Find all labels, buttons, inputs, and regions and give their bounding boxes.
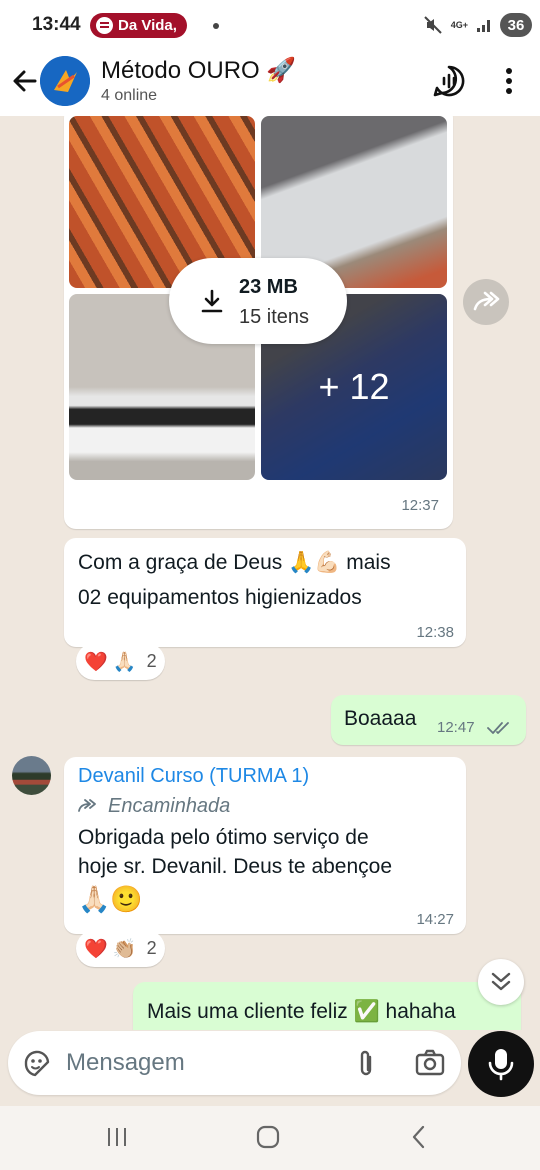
message-text: Boaaaa bbox=[344, 707, 417, 730]
network-type: 4G+ bbox=[450, 19, 468, 30]
notification-dot bbox=[213, 23, 219, 29]
message-emojis: 🙏🏻🙂 bbox=[78, 884, 143, 914]
status-bar: 13:44 Da Vida, 4G+ 36 bbox=[0, 0, 540, 50]
chat-header: Método OURO 🚀 4 online bbox=[0, 50, 540, 116]
home-icon[interactable] bbox=[253, 1122, 283, 1152]
forward-button[interactable] bbox=[463, 279, 509, 325]
scroll-to-bottom-button[interactable] bbox=[478, 959, 524, 1005]
status-time: 13:44 bbox=[32, 14, 81, 35]
forwarded-icon bbox=[78, 799, 96, 812]
message-input-bar bbox=[8, 1031, 461, 1095]
reaction-count: 2 bbox=[146, 938, 157, 958]
battery-indicator: 36 bbox=[500, 13, 532, 37]
download-icon bbox=[201, 289, 223, 313]
read-receipt-icon bbox=[487, 722, 509, 734]
recent-apps-icon[interactable] bbox=[102, 1122, 132, 1152]
reaction-emojis: ❤️ 🙏🏻 bbox=[84, 651, 137, 673]
forwarded-label: Encaminhada bbox=[108, 795, 231, 817]
camera-icon[interactable] bbox=[414, 1048, 446, 1078]
message-time: 14:27 bbox=[416, 911, 454, 928]
message-time: 12:47 bbox=[437, 719, 475, 736]
message-time: 12:38 bbox=[416, 624, 454, 641]
online-count: 4 online bbox=[101, 87, 158, 104]
message-text: 02 equipamentos higienizados bbox=[78, 586, 362, 609]
double-chevron-down-icon bbox=[491, 972, 511, 991]
download-button[interactable]: 23 MB 15 itens bbox=[169, 258, 347, 344]
sticker-icon[interactable] bbox=[22, 1049, 52, 1079]
incoming-message[interactable]: Devanil Curso (TURMA 1) Encaminhada Obri… bbox=[64, 757, 466, 934]
forward-icon bbox=[473, 291, 500, 311]
incoming-message[interactable]: Com a graça de Deus 🙏💪🏻 mais 02 equipame… bbox=[64, 538, 466, 647]
message-text: hoje sr. Devanil. Deus te abençoe bbox=[78, 855, 393, 878]
back-arrow-icon[interactable] bbox=[10, 66, 40, 96]
reaction-count: 2 bbox=[146, 651, 157, 671]
sender-name[interactable]: Devanil Curso (TURMA 1) bbox=[78, 765, 309, 788]
message-text: Obrigada pelo ótimo serviço de bbox=[78, 826, 369, 849]
download-count: 15 itens bbox=[239, 306, 310, 328]
message-time: 12:37 bbox=[401, 497, 439, 514]
spotify-label: Da Vida, bbox=[118, 17, 177, 34]
signal-icon bbox=[477, 20, 490, 32]
group-title[interactable]: Método OURO 🚀 bbox=[101, 56, 296, 85]
group-logo-icon bbox=[40, 56, 90, 106]
message-text: Mais uma cliente feliz ✅ hahaha bbox=[147, 1000, 456, 1023]
voice-message-button[interactable] bbox=[468, 1031, 534, 1097]
status-icons: 4G+ 36 bbox=[423, 13, 532, 37]
group-avatar[interactable] bbox=[40, 56, 90, 106]
outgoing-message[interactable]: Boaaaa 12:47 bbox=[331, 695, 526, 745]
download-size: 23 MB bbox=[239, 276, 298, 298]
message-input[interactable] bbox=[66, 1047, 336, 1079]
system-nav-bar bbox=[0, 1106, 540, 1170]
mute-icon bbox=[424, 16, 442, 34]
chat-area[interactable]: + 12 12:37 23 MB 15 itens Com a graça de… bbox=[0, 116, 540, 1030]
message-reactions[interactable]: ❤️ 🙏🏻 2 bbox=[76, 643, 165, 680]
more-options-icon[interactable] bbox=[492, 64, 526, 98]
microphone-icon bbox=[488, 1049, 514, 1081]
attach-icon[interactable] bbox=[352, 1048, 380, 1080]
sender-avatar[interactable] bbox=[12, 756, 51, 795]
outgoing-message[interactable]: Mais uma cliente feliz ✅ hahaha bbox=[133, 982, 521, 1030]
reaction-emojis: ❤️ 👏🏼 bbox=[84, 938, 137, 960]
message-reactions[interactable]: ❤️ 👏🏼 2 bbox=[76, 930, 165, 967]
spotify-pill[interactable]: Da Vida, bbox=[90, 13, 187, 38]
message-text: Com a graça de Deus 🙏💪🏻 mais bbox=[78, 551, 391, 574]
system-back-icon[interactable] bbox=[404, 1122, 434, 1152]
spotify-icon bbox=[96, 17, 113, 34]
voice-chat-icon[interactable] bbox=[432, 64, 466, 98]
